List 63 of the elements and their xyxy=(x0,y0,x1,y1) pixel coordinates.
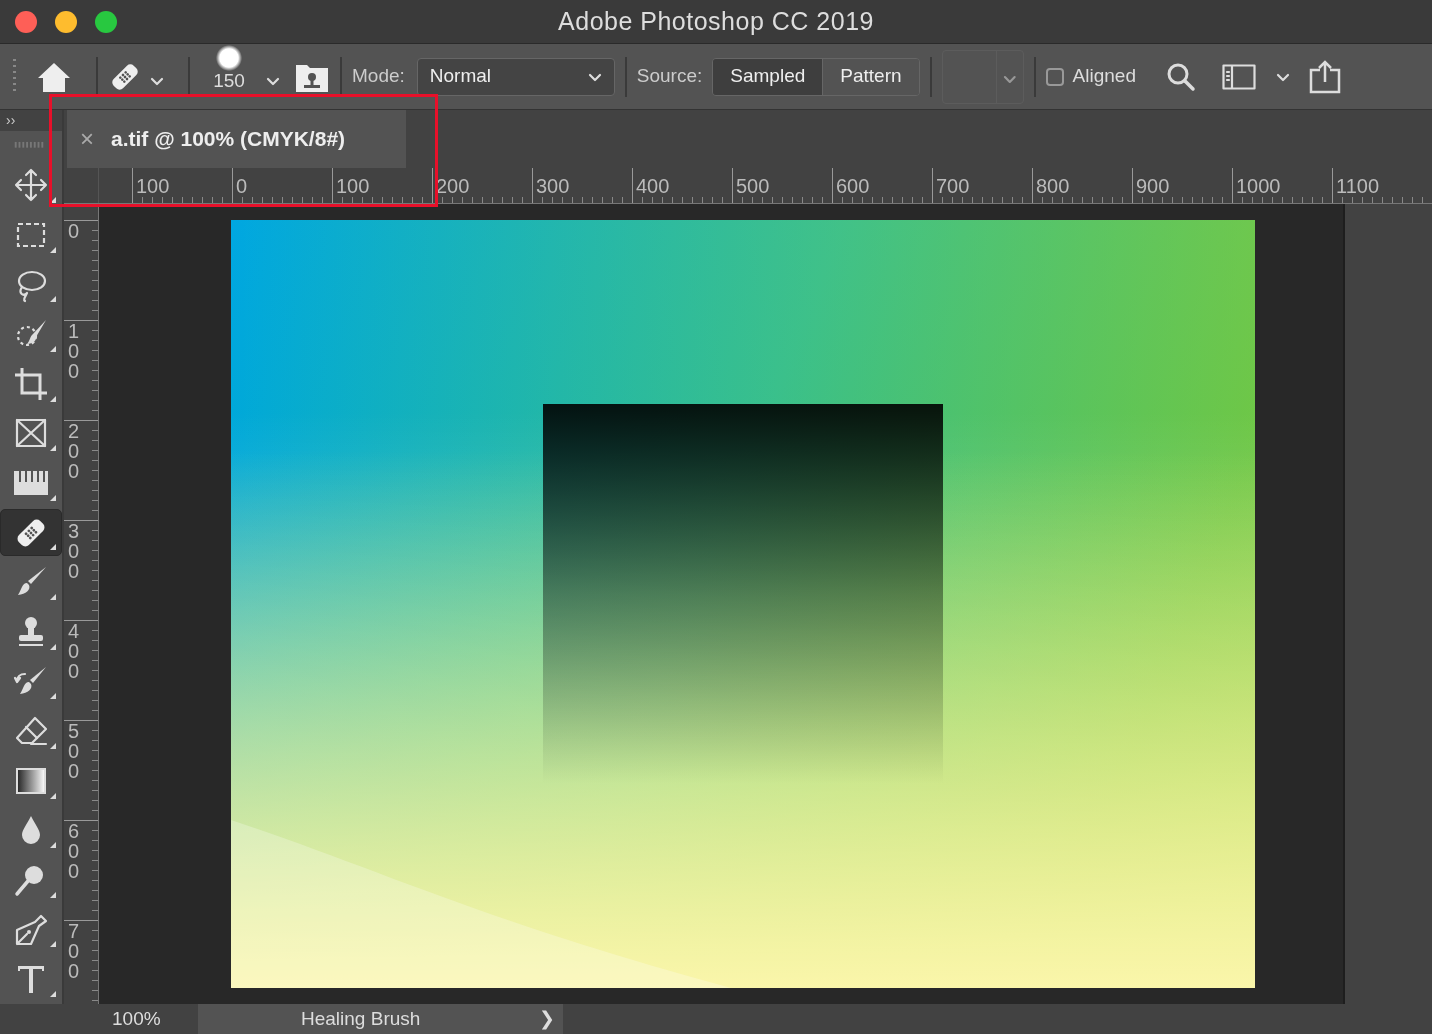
ruler-label: 100 xyxy=(68,321,81,381)
source-label: Source: xyxy=(636,64,703,89)
ruler-label: 0 xyxy=(236,175,248,197)
window-title: Adobe Photoshop CC 2019 xyxy=(558,5,874,37)
share-icon[interactable] xyxy=(1307,59,1342,94)
corner-triangle-icon xyxy=(50,693,56,700)
panel-expand-toggle[interactable]: ›› xyxy=(6,112,16,128)
ruler-label: 100 xyxy=(336,175,370,197)
ruler-label: 500 xyxy=(736,175,770,197)
corner-triangle-icon xyxy=(50,594,56,601)
crop-icon xyxy=(13,365,49,402)
status-info: Healing Brush xyxy=(301,1006,421,1031)
corner-triangle-icon xyxy=(50,494,56,501)
ruler-label: 500 xyxy=(68,721,81,781)
ruler-label: 800 xyxy=(1036,175,1070,197)
ruler-label: 600 xyxy=(68,821,81,881)
window-close-button[interactable] xyxy=(15,10,37,33)
brush-size-label: 150 xyxy=(213,71,245,90)
ruler-label: 400 xyxy=(68,621,81,681)
aligned-checkbox[interactable] xyxy=(1045,67,1064,86)
window-minimize-button[interactable] xyxy=(55,10,77,33)
corner-triangle-icon xyxy=(50,792,56,799)
source-option-button[interactable]: Pattern xyxy=(822,58,919,95)
corner-triangle-icon xyxy=(50,643,56,650)
window-zoom-button[interactable] xyxy=(95,10,117,33)
ruler-label: 300 xyxy=(536,175,570,197)
search-icon[interactable] xyxy=(1165,61,1196,92)
healing-brush-tool[interactable] xyxy=(0,508,62,557)
workspace-icon[interactable] xyxy=(1221,63,1256,90)
ruler-label: 600 xyxy=(836,175,870,197)
corner-triangle-icon xyxy=(50,941,56,948)
zoom-level: 100% xyxy=(112,1006,162,1031)
ruler-label: 1000 xyxy=(1236,175,1281,197)
grip-icon xyxy=(14,141,44,149)
expand-arrow-icon[interactable]: ❯ xyxy=(539,1004,555,1034)
move-icon xyxy=(13,167,49,204)
corner-triangle-icon xyxy=(50,197,56,204)
ruler-label: 1100 xyxy=(1336,175,1379,197)
corner-triangle-icon xyxy=(50,445,56,452)
ruler-label: 200 xyxy=(436,175,470,197)
corner-triangle-icon xyxy=(50,842,56,849)
corner-triangle-icon xyxy=(50,296,56,303)
corner-triangle-icon xyxy=(50,891,56,898)
ruler-label: 100 xyxy=(136,175,170,197)
corner-triangle-icon xyxy=(50,246,56,253)
corner-triangle-icon xyxy=(50,544,56,551)
source-option-button[interactable]: Sampled xyxy=(713,58,823,95)
ruler-label: 700 xyxy=(936,175,970,197)
mode-dropdown[interactable]: Normal xyxy=(416,57,615,96)
corner-triangle-icon xyxy=(50,990,56,997)
corner-triangle-icon xyxy=(50,742,56,749)
corner-triangle-icon xyxy=(50,395,56,402)
ruler-label: 400 xyxy=(636,175,670,197)
mode-label: Mode: xyxy=(352,64,405,89)
corner-triangle-icon xyxy=(50,346,56,353)
ruler-label: 200 xyxy=(68,421,81,481)
ruler-label: 700 xyxy=(68,921,81,981)
document-tab-title: a.tif @ 100% (CMYK/8#) xyxy=(111,126,346,153)
ruler-label: 0 xyxy=(68,221,81,241)
ruler-label: 900 xyxy=(1136,175,1170,197)
ruler-label: 300 xyxy=(68,521,81,581)
document-tab[interactable]: × a.tif @ 100% (CMYK/8#) xyxy=(67,110,406,168)
aligned-label: Aligned xyxy=(1072,64,1136,89)
